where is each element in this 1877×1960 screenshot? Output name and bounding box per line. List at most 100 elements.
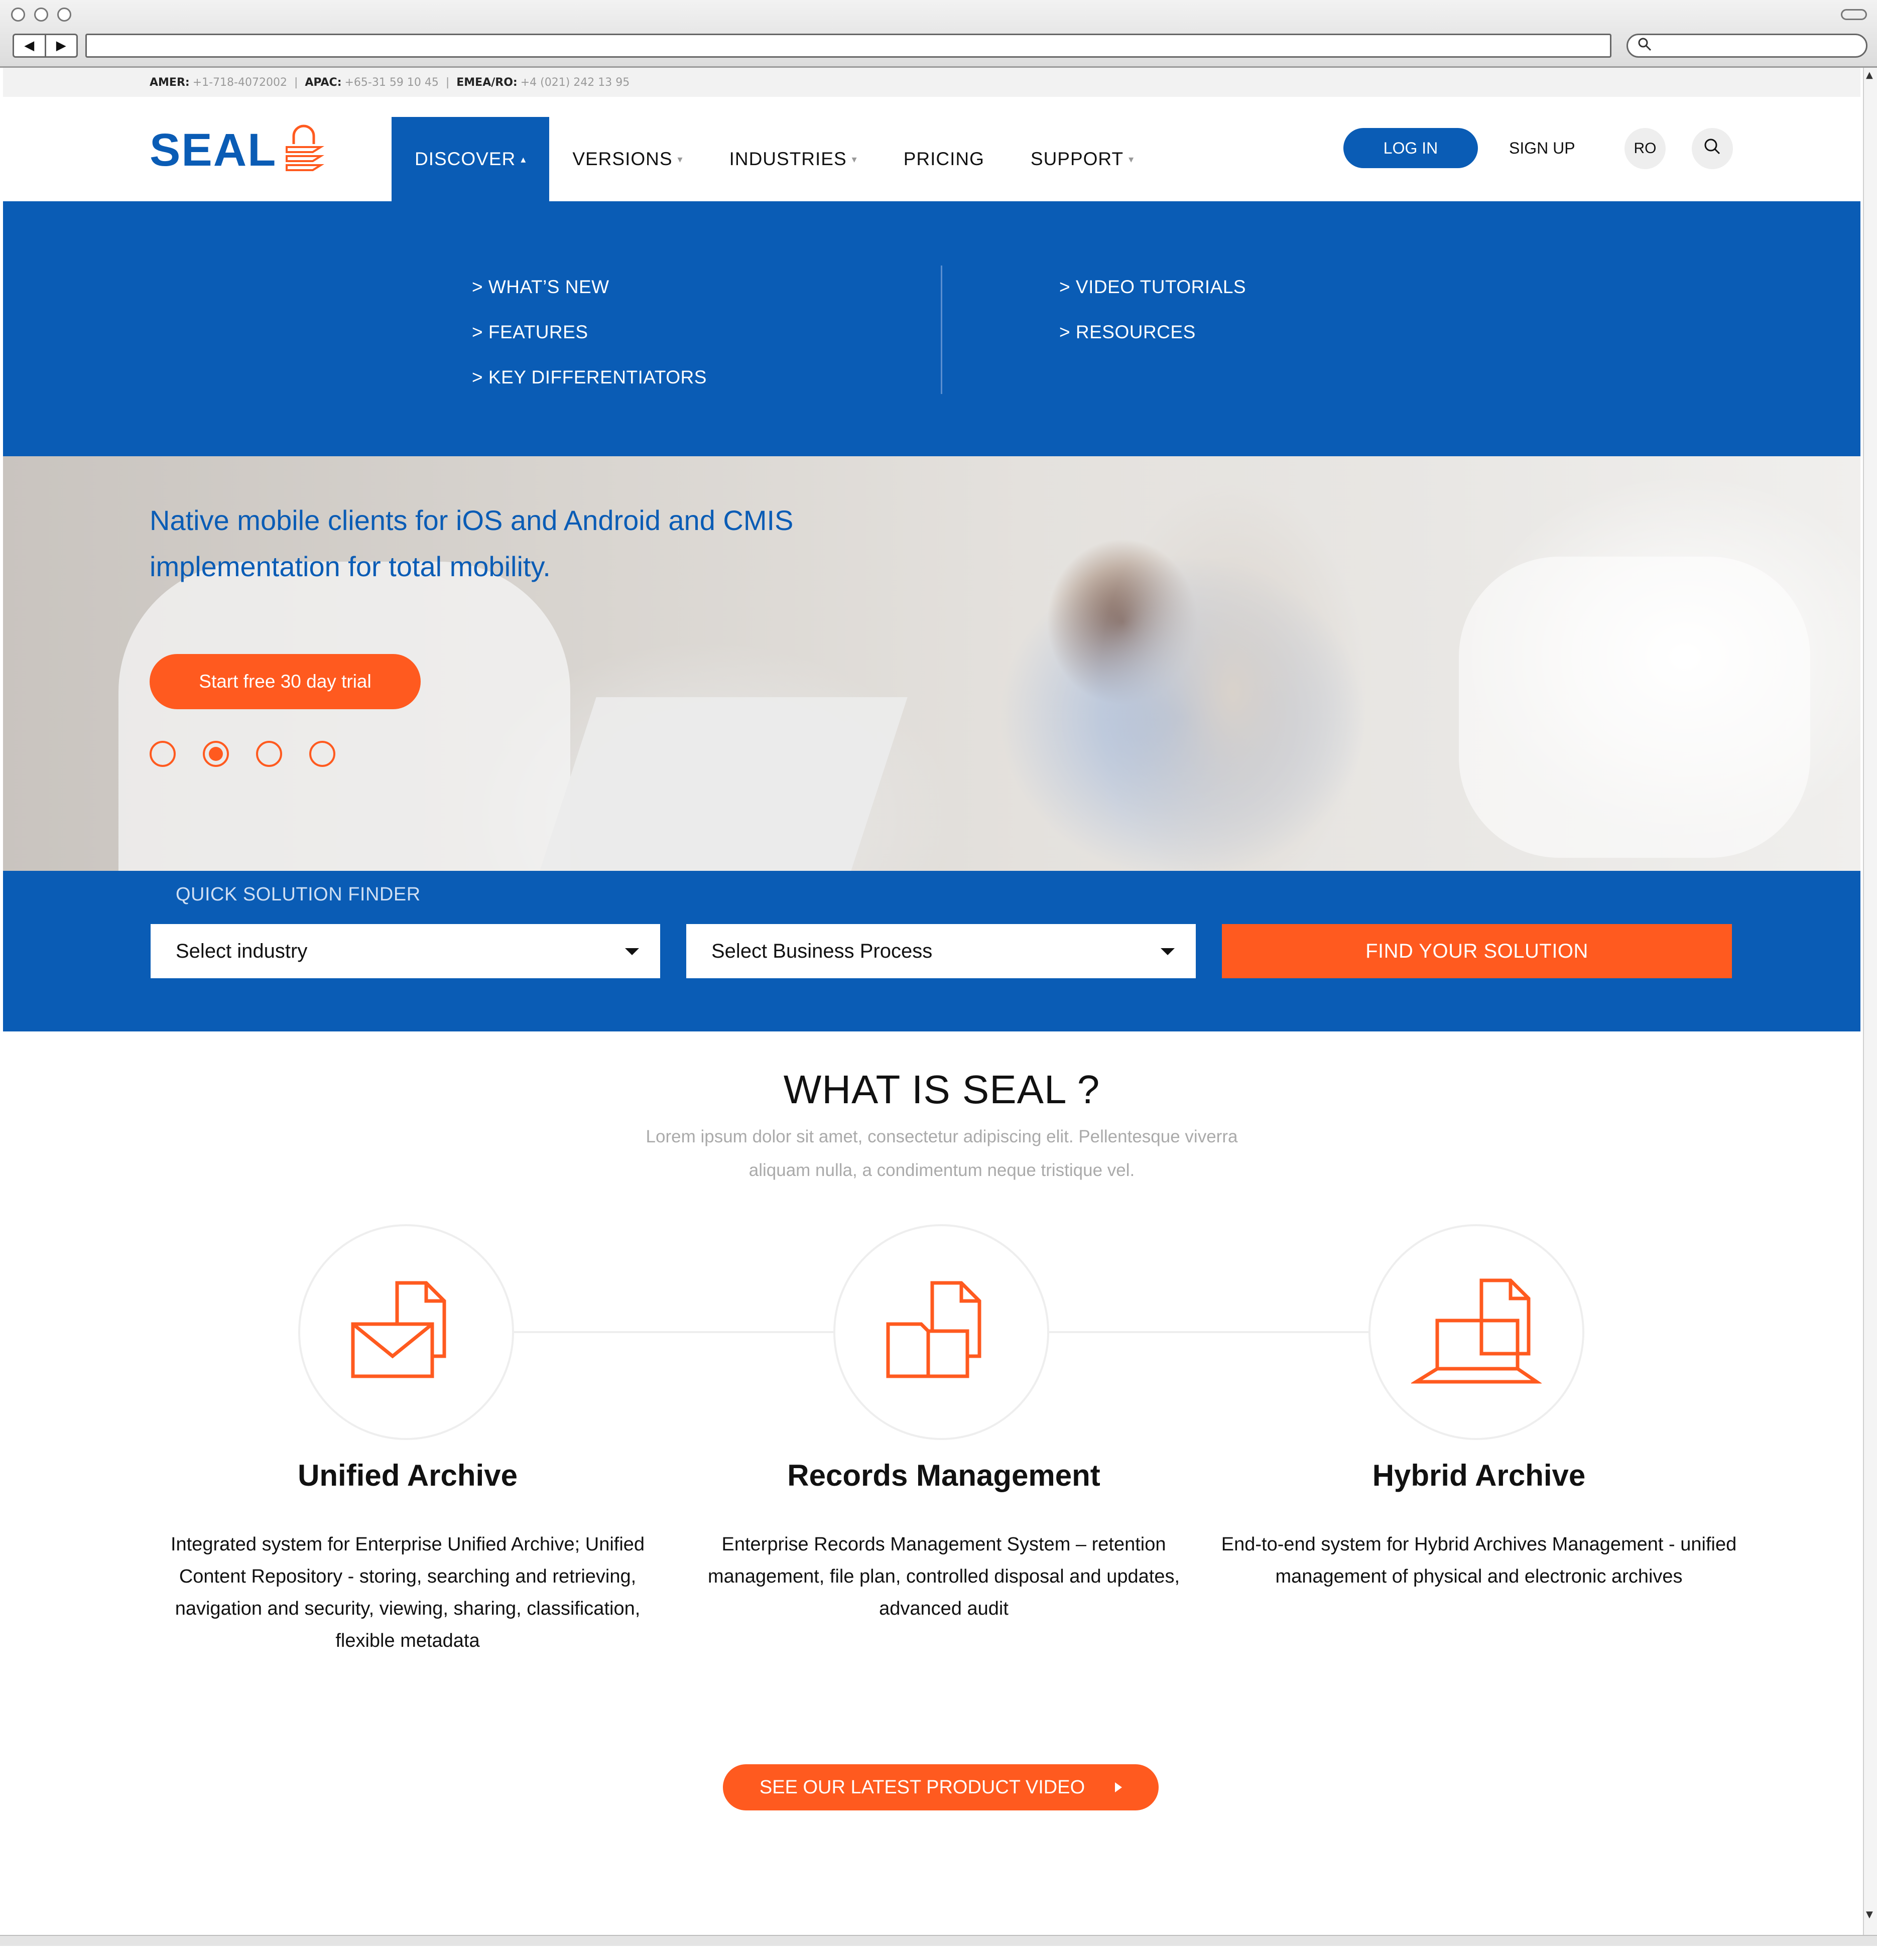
- login-button[interactable]: LOG IN: [1343, 128, 1478, 168]
- padlock-stack-icon: [283, 121, 325, 179]
- toolbar-toggle-button[interactable]: [1841, 9, 1867, 20]
- site-search-button[interactable]: [1692, 128, 1733, 169]
- history-buttons: ◀ ▶: [13, 34, 78, 58]
- slider-dot[interactable]: [150, 741, 176, 767]
- business-process-select[interactable]: Select Business Process: [686, 924, 1196, 978]
- emea-phone[interactable]: +4 (021) 242 13 95: [521, 76, 630, 89]
- laptop-document-icon: [1410, 1278, 1543, 1386]
- link-key-differentiators[interactable]: > KEY DIFFERENTIATORS: [472, 367, 707, 388]
- nav-support[interactable]: SUPPORT ▾: [1008, 117, 1157, 201]
- web-page: AMER: +1-718-4072002 | APAC: +65-31 59 1…: [3, 68, 1860, 1960]
- feature-icon-circle: [1368, 1224, 1584, 1440]
- link-video-tutorials[interactable]: > VIDEO TUTORIALS: [1059, 277, 1246, 298]
- scroll-down-icon[interactable]: ▼: [1866, 1909, 1873, 1920]
- hero-photo-chair: [118, 562, 570, 871]
- feature-description: Enterprise Records Management System – r…: [707, 1534, 1180, 1619]
- caret-down-icon: ▾: [851, 154, 857, 165]
- slider-dots: [150, 741, 362, 767]
- scroll-up-icon[interactable]: ▲: [1866, 70, 1873, 80]
- folder-document-icon: [886, 1281, 996, 1383]
- feature-icon-circle: [298, 1224, 514, 1440]
- find-solution-button[interactable]: FIND YOUR SOLUTION: [1222, 924, 1732, 978]
- window-close-button[interactable]: [11, 8, 25, 22]
- main-navigation: DISCOVER ▴ VERSIONS ▾ INDUSTRIES ▾ PRICI…: [392, 117, 1157, 201]
- search-icon: [1703, 137, 1722, 160]
- feature-description: End-to-end system for Hybrid Archives Ma…: [1221, 1534, 1737, 1587]
- separator: |: [445, 76, 450, 89]
- nav-versions[interactable]: VERSIONS ▾: [549, 117, 706, 201]
- dropdown-column-left: > WHAT’S NEW > FEATURES > KEY DIFFERENTI…: [472, 277, 707, 412]
- hero-headline: Native mobile clients for iOS and Androi…: [150, 497, 852, 590]
- nav-label: PRICING: [903, 149, 984, 169]
- feature-connector-line: [512, 1331, 838, 1333]
- nav-discover[interactable]: DISCOVER ▴: [392, 117, 550, 201]
- feature-title: Records Management: [787, 1459, 1100, 1492]
- feature-description: Integrated system for Enterprise Unified…: [170, 1534, 645, 1651]
- amer-label: AMER:: [150, 76, 190, 89]
- start-trial-button[interactable]: Start free 30 day trial: [150, 654, 421, 709]
- discover-dropdown: > WHAT’S NEW > FEATURES > KEY DIFFERENTI…: [3, 201, 1860, 456]
- window-bottom-bar: [0, 1935, 1877, 1946]
- finder-label: QUICK SOLUTION FINDER: [176, 884, 421, 905]
- nav-industries[interactable]: INDUSTRIES ▾: [706, 117, 881, 201]
- logo-text: SEAL: [150, 124, 277, 176]
- nav-label: VERSIONS: [572, 149, 673, 169]
- quick-solution-finder: QUICK SOLUTION FINDER Select industry Se…: [3, 871, 1860, 1031]
- dropdown-arrow-icon: [625, 948, 639, 955]
- browser-search-field[interactable]: [1626, 34, 1867, 58]
- hero-slider: Native mobile clients for iOS and Androi…: [3, 456, 1860, 871]
- window-zoom-button[interactable]: [57, 8, 71, 22]
- feature-title: Unified Archive: [298, 1459, 518, 1492]
- contact-bar: AMER: +1-718-4072002 | APAC: +65-31 59 1…: [3, 68, 1860, 97]
- separator: |: [294, 76, 298, 89]
- feature-connector-line: [1047, 1331, 1373, 1333]
- link-whats-new[interactable]: > WHAT’S NEW: [472, 277, 707, 298]
- address-bar[interactable]: [85, 34, 1611, 58]
- caret-down-icon: ▾: [677, 154, 683, 165]
- vertical-scrollbar[interactable]: ▲ ▼: [1863, 68, 1877, 1935]
- industry-select-value: Select industry: [176, 940, 308, 962]
- caret-down-icon: ▾: [1129, 154, 1135, 165]
- play-icon: [1115, 1782, 1122, 1792]
- slider-dot[interactable]: [309, 741, 335, 767]
- slider-dot-active[interactable]: [203, 741, 229, 767]
- hero-photo-laptop: [534, 697, 908, 871]
- link-features[interactable]: > FEATURES: [472, 322, 707, 343]
- product-video-button[interactable]: SEE OUR LATEST PRODUCT VIDEO: [723, 1764, 1159, 1810]
- section-subtitle: Lorem ipsum dolor sit amet, consectetur …: [580, 1120, 1303, 1187]
- dropdown-arrow-icon: [1161, 948, 1175, 955]
- slider-dot[interactable]: [256, 741, 282, 767]
- site-header: SEAL DISCOVER ▴ VERSIONS ▾ INDUSTRIES ▾ …: [3, 97, 1860, 201]
- seal-logo[interactable]: SEAL: [150, 121, 325, 179]
- dropdown-column-right: > VIDEO TUTORIALS > RESOURCES: [1059, 277, 1246, 367]
- nav-label: SUPPORT: [1030, 149, 1124, 169]
- business-process-select-value: Select Business Process: [711, 940, 933, 962]
- section-subtitle-line: aliquam nulla, a condimentum neque trist…: [748, 1160, 1135, 1180]
- language-button[interactable]: RO: [1624, 128, 1666, 169]
- forward-button[interactable]: ▶: [44, 35, 77, 56]
- window-minimize-button[interactable]: [34, 8, 48, 22]
- hero-headline-line: Native mobile clients for iOS and Androi…: [150, 504, 794, 536]
- caret-up-icon: ▴: [521, 154, 527, 165]
- video-button-label: SEE OUR LATEST PRODUCT VIDEO: [759, 1776, 1085, 1798]
- nav-label: INDUSTRIES: [729, 149, 847, 169]
- nav-label: DISCOVER: [415, 149, 516, 169]
- nav-pricing[interactable]: PRICING: [881, 117, 1008, 201]
- section-title: WHAT IS SEAL ?: [783, 1067, 1100, 1112]
- apac-label: APAC:: [305, 76, 342, 89]
- hero-headline-line: implementation for total mobility.: [150, 551, 551, 582]
- amer-phone[interactable]: +1-718-4072002: [193, 76, 287, 89]
- link-resources[interactable]: > RESOURCES: [1059, 322, 1246, 343]
- feature-title: Hybrid Archive: [1372, 1459, 1586, 1492]
- apac-phone[interactable]: +65-31 59 10 45: [345, 76, 439, 89]
- industry-select[interactable]: Select industry: [151, 924, 660, 978]
- hero-photo-armchair: [1459, 557, 1810, 858]
- search-icon: [1637, 37, 1652, 55]
- emea-label: EMEA/RO:: [456, 76, 518, 89]
- section-subtitle-line: Lorem ipsum dolor sit amet, consectetur …: [646, 1127, 1238, 1146]
- dropdown-divider: [941, 266, 942, 394]
- signup-link[interactable]: SIGN UP: [1509, 128, 1575, 168]
- back-button[interactable]: ◀: [14, 35, 45, 56]
- feature-icon-circle: [833, 1224, 1049, 1440]
- mail-document-icon: [351, 1281, 461, 1383]
